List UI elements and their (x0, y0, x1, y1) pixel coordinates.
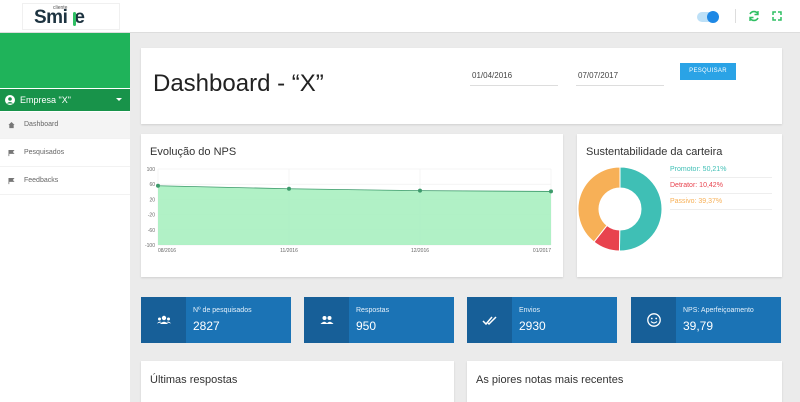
chevron-down-icon (116, 98, 122, 101)
flag-icon (8, 149, 15, 157)
nps-point[interactable] (549, 189, 553, 194)
nps-point[interactable] (287, 186, 291, 191)
home-icon (8, 121, 15, 129)
group-icon (320, 316, 334, 324)
sidebar-item-pesquisados[interactable]: Pesquisados (0, 140, 130, 167)
x-tick-label: 08/2016 (158, 248, 176, 254)
logo-text: Smi e (34, 7, 85, 28)
dashboard-header-card: Dashboard - “X” 01/04/2016 07/07/2017 PE… (141, 48, 782, 124)
worst-scores-card: As piores notas mais recentes (467, 361, 782, 402)
stat-value: 2827 (193, 319, 220, 333)
refresh-icon[interactable] (747, 9, 761, 23)
flag-icon (8, 177, 15, 185)
sidebar-item-dashboard[interactable]: Dashboard (0, 112, 130, 139)
y-tick-label: 20 (149, 197, 155, 203)
stat-value: 2930 (519, 319, 546, 333)
sidebar-item-feedbacks[interactable]: Feedbacks (0, 168, 130, 195)
y-tick-label: -100 (145, 243, 155, 249)
y-tick-label: -60 (148, 228, 155, 234)
logo-mark (73, 12, 76, 26)
sidebar-header (0, 33, 130, 88)
stat-card-nps[interactable]: NPS: Aperfeiçoamento 39,79 (631, 297, 781, 343)
sidebar: Empresa "X" Dashboard Pesquisados Feedba… (0, 33, 130, 402)
stat-label: NPS: Aperfeiçoamento (683, 307, 754, 314)
nps-point[interactable] (418, 188, 422, 193)
x-tick-label: 11/2016 (280, 248, 298, 254)
page-title: Dashboard - “X” (153, 70, 324, 97)
stat-label: Envios (519, 307, 541, 314)
chart-title: Sustentabilidade da carteira (586, 146, 723, 158)
y-tick-label: -20 (148, 213, 155, 219)
stat-card-envios[interactable]: Envios 2930 (467, 297, 617, 343)
x-tick-label: 12/2016 (411, 248, 429, 254)
legend-label: Passivo: 39,37% (670, 198, 723, 205)
legend-promotor: Promotor: 50,21% (670, 163, 772, 178)
y-tick-label: 60 (149, 182, 155, 188)
stat-card-respostas[interactable]: Respostas 950 (304, 297, 454, 343)
search-button[interactable]: PESQUISAR (680, 63, 736, 80)
legend-label: Detrator: 10,42% (670, 182, 723, 189)
sidebar-item-label: Dashboard (24, 121, 59, 128)
sidebar-item-label: Pesquisados (24, 149, 65, 156)
nps-point[interactable] (156, 183, 160, 188)
portfolio-donut-chart (577, 166, 663, 252)
logo: cliente Smi e (22, 3, 120, 30)
top-bar: cliente Smi e (0, 0, 800, 33)
users-icon (156, 315, 172, 324)
company-name: Empresa "X" (20, 95, 71, 105)
end-date-field[interactable]: 07/07/2017 (576, 66, 664, 86)
legend-label: Promotor: 50,21% (670, 166, 727, 173)
sidebar-item-label: Feedbacks (24, 177, 59, 184)
nps-chart-card: Evolução do NPS 100 60 20 -20 -60 -100 08/2016… (141, 134, 563, 277)
smile-icon (647, 313, 661, 327)
donut-slice[interactable] (618, 166, 663, 252)
double-check-icon (482, 316, 497, 326)
fullscreen-icon[interactable] (770, 9, 784, 23)
stat-value: 39,79 (683, 319, 714, 333)
card-title: Últimas respostas (150, 374, 238, 386)
nps-area (158, 185, 551, 245)
nps-area-chart: 100 60 20 -20 -60 -10008/2016 11/2016 12/2016 01… (145, 167, 553, 254)
legend-passivo: Passivo: 39,37% (670, 195, 772, 210)
stat-card-pesquisados[interactable]: Nº de pesquisados 2827 (141, 297, 291, 343)
card-title: As piores notas mais recentes (476, 374, 624, 386)
stat-label: Respostas (356, 307, 390, 314)
chart-title: Evolução do NPS (150, 146, 237, 158)
stat-label: Nº de pesquisados (193, 307, 252, 314)
company-selector[interactable]: Empresa "X" (0, 89, 130, 111)
latest-responses-card: Últimas respostas (141, 361, 454, 402)
theme-toggle[interactable] (697, 11, 719, 23)
user-icon (5, 95, 15, 105)
legend-detrator: Detrator: 10,42% (670, 179, 772, 194)
y-tick-label: 100 (147, 167, 156, 173)
x-tick-label: 01/2017 (533, 248, 551, 254)
stat-value: 950 (356, 319, 377, 333)
start-date-field[interactable]: 01/04/2016 (470, 66, 558, 86)
portfolio-card: Sustentabilidade da carteira Promotor: 5… (577, 134, 782, 277)
divider (735, 9, 736, 23)
